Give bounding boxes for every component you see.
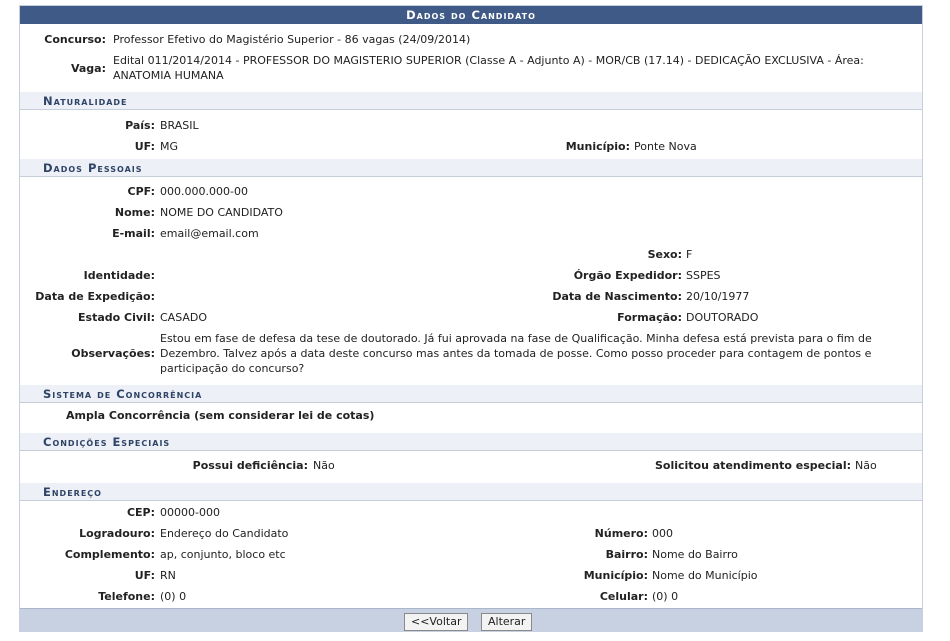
- data-nascimento-label: Data de Nascimento:: [552, 290, 682, 303]
- formacao-label: Formação:: [617, 311, 682, 324]
- email-label: E-mail:: [112, 227, 155, 240]
- uf-value: MG: [160, 140, 179, 153]
- form-footer: <<Voltar Alterar: [20, 608, 922, 632]
- cpf-label: CPF:: [127, 185, 155, 198]
- numero-value: 000: [652, 527, 673, 540]
- logradouro-value: Endereço do Candidato: [160, 527, 289, 540]
- section-sistema-concorrencia: Sistema de Concorrência: [20, 385, 922, 403]
- telefone-value: (0) 0: [160, 590, 187, 603]
- municipio-value: Ponte Nova: [634, 140, 697, 153]
- identidade-label: Identidade:: [83, 269, 155, 282]
- alterar-button[interactable]: Alterar: [481, 613, 533, 631]
- municipio-label: Município:: [565, 140, 630, 153]
- section-title: Naturalidade: [43, 94, 128, 108]
- celular-label: Celular:: [599, 590, 648, 603]
- complemento-value: ap, conjunto, bloco etc: [160, 548, 286, 561]
- email-value: email@email.com: [160, 227, 259, 240]
- uf-label: UF:: [134, 140, 155, 153]
- numero-label: Número:: [594, 527, 648, 540]
- voltar-button[interactable]: <<Voltar: [404, 613, 469, 631]
- orgao-expedidor-value: SSPES: [686, 269, 721, 282]
- sexo-label: Sexo:: [647, 248, 682, 261]
- data-nascimento-value: 20/10/1977: [686, 290, 750, 303]
- section-title: Endereço: [43, 485, 102, 499]
- sexo-value: F: [686, 248, 693, 261]
- section-dados-pessoais: Dados Pessoais: [20, 159, 922, 177]
- section-condicoes-especiais: Condições Especiais: [20, 433, 922, 451]
- estado-civil-label: Estado Civil:: [78, 311, 155, 324]
- cpf-value: 000.000.000-00: [160, 185, 248, 198]
- uf-endereco-label: UF:: [134, 569, 155, 582]
- cep-value: 00000-000: [160, 506, 220, 519]
- sistema-concorrencia-value: Ampla Concorrência (sem considerar lei d…: [66, 409, 375, 422]
- concurso-label: Concurso:: [44, 33, 106, 46]
- candidate-data-panel: Dados do Candidato Concurso: Professor E…: [19, 5, 923, 632]
- section-naturalidade: Naturalidade: [20, 92, 922, 110]
- telefone-label: Telefone:: [98, 590, 155, 603]
- orgao-expedidor-label: Órgão Expedidor:: [573, 269, 682, 282]
- atendimento-especial-label: Solicitou atendimento especial:: [654, 459, 851, 472]
- bairro-value: Nome do Bairro: [652, 548, 738, 561]
- estado-civil-value: CASADO: [160, 311, 208, 324]
- complemento-label: Complemento:: [64, 548, 155, 561]
- cep-label: CEP:: [126, 506, 155, 519]
- section-title: Dados Pessoais: [43, 161, 143, 175]
- observacoes-value: Estou em fase de defesa da tese de douto…: [160, 332, 872, 375]
- deficiencia-label: Possui deficiência:: [192, 459, 308, 472]
- vaga-value: Edital 011/2014/2014 - PROFESSOR DO MAGI…: [113, 54, 864, 82]
- section-title: Condições Especiais: [43, 435, 171, 449]
- logradouro-label: Logradouro:: [79, 527, 155, 540]
- data-expedicao-label: Data de Expedição:: [35, 290, 155, 303]
- municipio-endereco-label: Município:: [583, 569, 648, 582]
- uf-endereco-value: RN: [160, 569, 176, 582]
- formacao-value: DOUTORADO: [686, 311, 759, 324]
- deficiencia-value: Não: [313, 459, 335, 472]
- section-title: Sistema de Concorrência: [43, 387, 203, 401]
- municipio-endereco-value: Nome do Município: [652, 569, 758, 582]
- panel-title: Dados do Candidato: [20, 6, 922, 24]
- concurso-value: Professor Efetivo do Magistério Superior…: [113, 33, 471, 46]
- celular-value: (0) 0: [652, 590, 679, 603]
- observacoes-label: Observações:: [71, 347, 155, 360]
- pais-value: BRASIL: [160, 119, 199, 132]
- vaga-label: Vaga:: [70, 62, 106, 75]
- atendimento-especial-value: Não: [855, 459, 877, 472]
- nome-label: Nome:: [114, 206, 155, 219]
- pais-label: País:: [125, 119, 155, 132]
- section-endereco: Endereço: [20, 483, 922, 501]
- bairro-label: Bairro:: [605, 548, 648, 561]
- nome-value: NOME DO CANDIDATO: [160, 206, 283, 219]
